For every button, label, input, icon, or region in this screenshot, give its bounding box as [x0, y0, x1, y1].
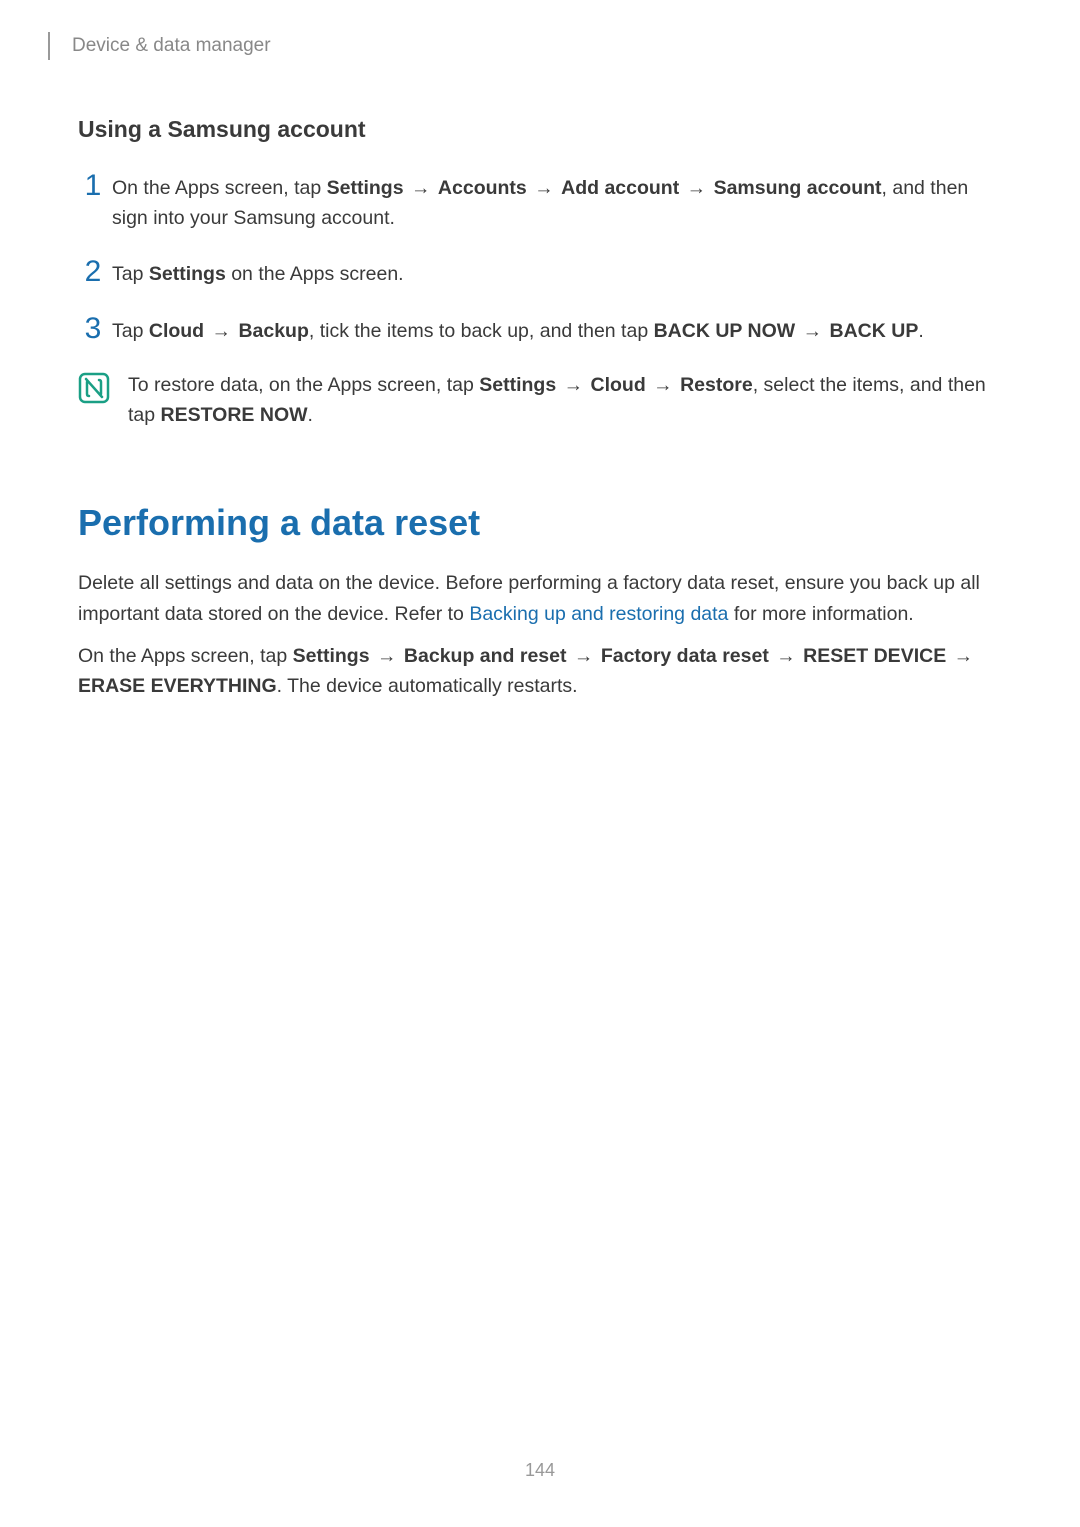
section-subtitle: Using a Samsung account: [78, 116, 1002, 143]
cross-reference-link[interactable]: Backing up and restoring data: [469, 603, 728, 625]
note-text: To restore data, on the Apps screen, tap…: [128, 370, 1002, 430]
page-number: 144: [0, 1460, 1080, 1481]
step-item-2: 2 Tap Settings on the Apps screen.: [78, 257, 1002, 289]
step-list: 1 On the Apps screen, tap Settings → Acc…: [78, 171, 1002, 346]
step-number: 3: [78, 314, 108, 344]
page-header: Device & data manager: [78, 32, 1002, 60]
step-number: 2: [78, 257, 108, 287]
step-text: Tap Settings on the Apps screen.: [112, 257, 1002, 289]
note-icon: [78, 372, 110, 404]
step-text: On the Apps screen, tap Settings → Accou…: [112, 171, 1002, 233]
page-content: Device & data manager Using a Samsung ac…: [0, 0, 1080, 701]
step-text: Tap Cloud → Backup, tick the items to ba…: [112, 314, 1002, 346]
breadcrumb: Device & data manager: [72, 35, 271, 57]
step-number: 1: [78, 171, 108, 201]
step-item-1: 1 On the Apps screen, tap Settings → Acc…: [78, 171, 1002, 233]
header-divider: [48, 32, 50, 60]
body-paragraph-2: On the Apps screen, tap Settings → Backu…: [78, 641, 1002, 701]
section-title: Performing a data reset: [78, 502, 1002, 544]
step-item-3: 3 Tap Cloud → Backup, tick the items to …: [78, 314, 1002, 346]
body-paragraph-1: Delete all settings and data on the devi…: [78, 568, 1002, 628]
note-block: To restore data, on the Apps screen, tap…: [78, 370, 1002, 430]
